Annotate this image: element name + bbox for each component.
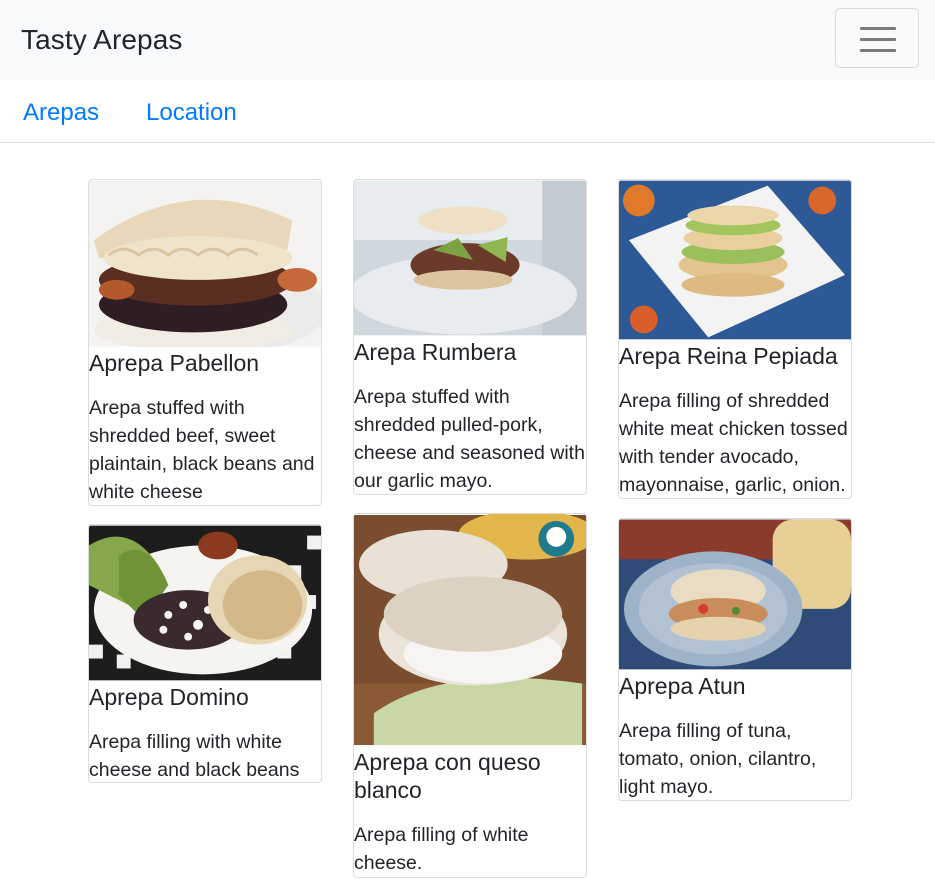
arepa-card[interactable]: Arepa Reina Pepiada Arepa filling of shr… bbox=[618, 179, 852, 499]
card-title: Aprepa con queso blanco bbox=[354, 749, 541, 803]
card-description: Arepa filling of tuna, tomato, onion, ci… bbox=[619, 720, 817, 798]
arepa-rumbera-photo bbox=[354, 180, 586, 336]
arepa-card[interactable]: Aprepa Atun Arepa filling of tuna, tomat… bbox=[618, 518, 852, 801]
card-title: Aprepa Domino bbox=[89, 684, 249, 710]
card-title: Aprepa Atun bbox=[619, 673, 746, 699]
card-title: Arepa Rumbera bbox=[354, 339, 517, 365]
arepa-domino-photo bbox=[89, 525, 321, 681]
card-description: Arepa stuffed with shredded pulled-pork,… bbox=[354, 386, 585, 492]
arepa-card[interactable]: Aprepa Pabellon Arepa stuffed with shred… bbox=[88, 179, 322, 506]
tab-arepas[interactable]: Arepas bbox=[23, 98, 99, 128]
card-description: Arepa filling of shredded white meat chi… bbox=[619, 390, 848, 496]
card-title: Aprepa Pabellon bbox=[89, 350, 260, 376]
arepa-pabellon-photo bbox=[89, 180, 321, 347]
menu-toggle-button[interactable] bbox=[835, 8, 919, 68]
card-description: Arepa filling of white cheese. bbox=[354, 824, 529, 874]
arepa-card[interactable]: Aprepa Domino Arepa filling with white c… bbox=[88, 524, 322, 783]
hamburger-menu-icon-bar bbox=[860, 49, 896, 52]
arepa-atun-photo bbox=[619, 519, 851, 670]
card-description: Arepa stuffed with shredded beef, sweet … bbox=[89, 397, 315, 503]
brand-title[interactable]: Tasty Arepas bbox=[21, 22, 183, 58]
card-description: Arepa filling with white cheese and blac… bbox=[89, 731, 300, 781]
arepa-queso-blanco-photo bbox=[354, 514, 586, 746]
nav-tabs: Arepas Location bbox=[0, 80, 935, 143]
arepa-card[interactable]: Arepa Rumbera Arepa stuffed with shredde… bbox=[353, 179, 587, 495]
card-title: Arepa Reina Pepiada bbox=[619, 343, 838, 369]
hamburger-menu-icon bbox=[860, 27, 896, 30]
navbar: Tasty Arepas bbox=[0, 0, 935, 80]
arepa-card[interactable]: Aprepa con queso blanco Arepa filling of… bbox=[353, 513, 587, 878]
tab-location[interactable]: Location bbox=[146, 98, 237, 128]
hamburger-menu-icon-bar bbox=[860, 38, 896, 41]
arepa-reina-pepiada-photo bbox=[619, 180, 851, 340]
